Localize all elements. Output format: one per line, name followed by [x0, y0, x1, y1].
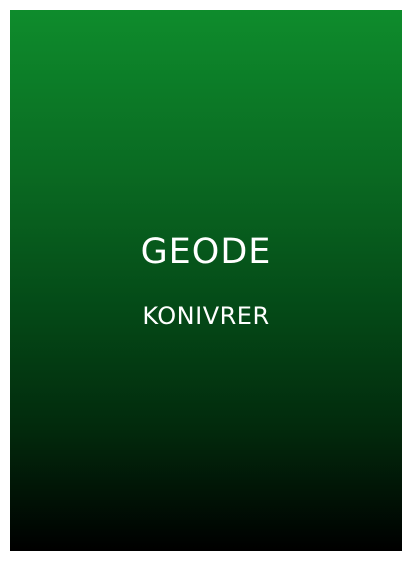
- card-subtitle: KONIVRER: [142, 302, 270, 330]
- card-title: GEODE: [140, 232, 272, 272]
- cover-card: GEODE KONIVRER: [10, 10, 402, 551]
